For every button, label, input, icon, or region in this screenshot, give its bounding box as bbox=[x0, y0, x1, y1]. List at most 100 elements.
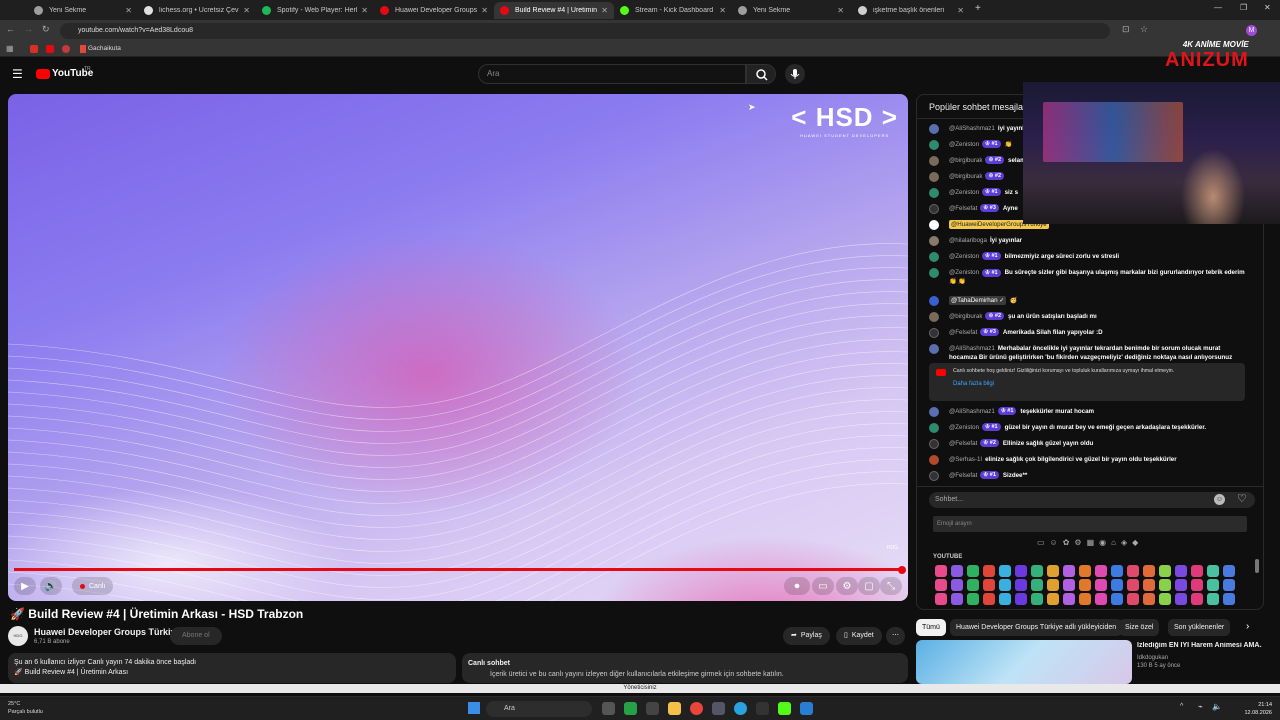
window-close-icon[interactable]: ✕ bbox=[1264, 3, 1271, 12]
emoji-item[interactable] bbox=[1143, 579, 1155, 591]
emoji-item[interactable] bbox=[1223, 579, 1235, 591]
settings-button[interactable]: ⚙ bbox=[836, 577, 858, 595]
apps-icon[interactable]: ▦ bbox=[6, 44, 14, 53]
emoji-item[interactable] bbox=[935, 593, 947, 605]
emoji-item[interactable] bbox=[967, 565, 979, 577]
back-icon[interactable]: ← bbox=[6, 24, 15, 34]
recommendation-title[interactable]: İzlediğim EN İYİ Harem Animesi AMA... bbox=[1137, 642, 1262, 649]
tray-chevron-icon[interactable]: ^ bbox=[1180, 703, 1183, 710]
emoji-item[interactable] bbox=[1031, 579, 1043, 591]
taskbar-search[interactable]: Ara bbox=[486, 701, 592, 717]
emoji-item[interactable] bbox=[1079, 565, 1091, 577]
close-icon[interactable]: ✕ bbox=[601, 6, 608, 15]
channel-avatar[interactable]: HDG bbox=[8, 626, 28, 646]
chevron-right-icon[interactable]: › bbox=[1246, 621, 1249, 632]
xbox-icon[interactable] bbox=[624, 702, 637, 715]
emoji-item[interactable] bbox=[1207, 593, 1219, 605]
voice-search-button[interactable] bbox=[785, 64, 805, 84]
close-icon[interactable]: ✕ bbox=[243, 6, 250, 15]
recommendation-thumbnail[interactable] bbox=[916, 640, 1132, 684]
chrome-icon[interactable] bbox=[690, 702, 703, 715]
message-author[interactable]: @hilalariboga bbox=[949, 236, 987, 245]
message-author[interactable]: @Zeniston bbox=[949, 140, 979, 149]
emoji-item[interactable] bbox=[999, 579, 1011, 591]
emoji-item[interactable] bbox=[1127, 579, 1139, 591]
emoji-item[interactable] bbox=[1223, 593, 1235, 605]
fullscreen-button[interactable]: ⤡ bbox=[880, 577, 902, 595]
browser-tab[interactable]: Yeni Sekme ✕ bbox=[732, 2, 850, 19]
message-author[interactable]: @Zeniston bbox=[949, 269, 979, 276]
browser-tab[interactable]: işketme başlık önerileri ✕ bbox=[852, 2, 970, 19]
star-icon[interactable]: ☆ bbox=[1140, 24, 1148, 35]
search-input[interactable]: Ara bbox=[478, 64, 746, 84]
recommendation-channel[interactable]: Idkdogukan bbox=[1137, 655, 1168, 661]
emoji-item[interactable] bbox=[1079, 579, 1091, 591]
message-author[interactable]: @Felsefat bbox=[949, 439, 977, 448]
emoji-item[interactable] bbox=[1047, 579, 1059, 591]
menu-icon[interactable]: ☰ bbox=[12, 67, 23, 81]
volume-tray-icon[interactable]: 🔈 bbox=[1212, 702, 1222, 711]
emoji-item[interactable] bbox=[1207, 565, 1219, 577]
autoplay-toggle[interactable]: ⏺ bbox=[784, 577, 810, 595]
play-button[interactable]: ▶ bbox=[14, 577, 36, 595]
telegram-icon[interactable] bbox=[734, 702, 747, 715]
message-author[interactable]: @AliShashmaz1 bbox=[949, 345, 995, 352]
emoji-item[interactable] bbox=[1095, 593, 1107, 605]
message-author[interactable]: @Zeniston bbox=[949, 252, 979, 261]
emoji-item[interactable] bbox=[1223, 565, 1235, 577]
emoji-item[interactable] bbox=[1015, 593, 1027, 605]
reload-icon[interactable]: ↻ bbox=[42, 24, 50, 35]
emoji-category-tabs[interactable]: ▭☺✿⚙▦◉⌂◈◆ bbox=[1037, 538, 1143, 547]
network-icon[interactable]: ⌁ bbox=[1198, 702, 1203, 711]
subtitles-button[interactable]: ▭ bbox=[812, 577, 834, 595]
emoji-item[interactable] bbox=[999, 593, 1011, 605]
start-icon[interactable] bbox=[468, 702, 480, 714]
learn-more-link[interactable]: Daha fazla bilgi bbox=[953, 381, 1237, 388]
folder-icon[interactable] bbox=[668, 702, 681, 715]
save-button[interactable]: ▯ Kaydet bbox=[836, 627, 882, 645]
emoji-item[interactable] bbox=[1111, 579, 1123, 591]
browser-tab[interactable]: Yeni Sekme ✕ bbox=[28, 2, 138, 19]
close-icon[interactable]: ✕ bbox=[957, 6, 964, 15]
profile-avatar[interactable]: M bbox=[1246, 25, 1257, 36]
emoji-picker-button[interactable]: ☺ bbox=[1214, 494, 1225, 505]
message-author[interactable]: @Zeniston bbox=[949, 188, 979, 197]
new-tab-icon[interactable]: + bbox=[975, 3, 981, 14]
app-icon[interactable] bbox=[712, 702, 725, 715]
emoji-item[interactable] bbox=[1063, 593, 1075, 605]
bookmark-icon[interactable] bbox=[62, 45, 70, 53]
weather-widget[interactable]: 25°C Parçalı bulutlu bbox=[8, 700, 43, 716]
emoji-item[interactable] bbox=[935, 579, 947, 591]
emoji-item[interactable] bbox=[983, 565, 995, 577]
emoji-item[interactable] bbox=[1047, 565, 1059, 577]
browser-tab-active[interactable]: Build Review #4 | Üretimin Arkası ✕ bbox=[494, 2, 614, 19]
live-indicator[interactable]: Canlı bbox=[72, 577, 114, 595]
chip-all[interactable]: Tümü bbox=[916, 619, 946, 636]
description-box[interactable]: Şu an 6 kullanıcı izliyor Canlı yayın 74… bbox=[8, 653, 456, 683]
emoji-item[interactable] bbox=[951, 565, 963, 577]
emoji-search-input[interactable]: Emojil arayın bbox=[933, 516, 1247, 532]
emoji-item[interactable] bbox=[1079, 593, 1091, 605]
emoji-item[interactable] bbox=[1031, 593, 1043, 605]
emoji-item[interactable] bbox=[1063, 579, 1075, 591]
chip-uploader[interactable]: Huawei Developer Groups Türkiye adlı yük… bbox=[950, 619, 1123, 636]
chip-for-you[interactable]: Size özel bbox=[1119, 619, 1160, 636]
progress-bar[interactable] bbox=[14, 568, 902, 571]
emoji-item[interactable] bbox=[1143, 593, 1155, 605]
emoji-item[interactable] bbox=[1127, 593, 1139, 605]
search-button[interactable] bbox=[746, 64, 776, 84]
emoji-item[interactable] bbox=[1031, 565, 1043, 577]
install-icon[interactable]: ⊡ bbox=[1122, 24, 1130, 35]
message-author[interactable]: @Felsefat bbox=[949, 204, 977, 213]
emoji-item[interactable] bbox=[935, 565, 947, 577]
emoji-item[interactable] bbox=[1191, 579, 1203, 591]
emoji-item[interactable] bbox=[951, 579, 963, 591]
emoji-item[interactable] bbox=[1095, 579, 1107, 591]
browser-tab[interactable]: Stream - Kick Dashboard ✕ bbox=[614, 2, 732, 19]
clock[interactable]: 21:14 12.08.2026 bbox=[1244, 701, 1272, 717]
close-icon[interactable]: ✕ bbox=[719, 6, 726, 15]
gmail-icon[interactable] bbox=[30, 45, 38, 53]
emoji-grid[interactable] bbox=[935, 565, 1235, 605]
emoji-item[interactable] bbox=[1175, 565, 1187, 577]
chip-recent[interactable]: Son yüklenenler bbox=[1168, 619, 1231, 636]
